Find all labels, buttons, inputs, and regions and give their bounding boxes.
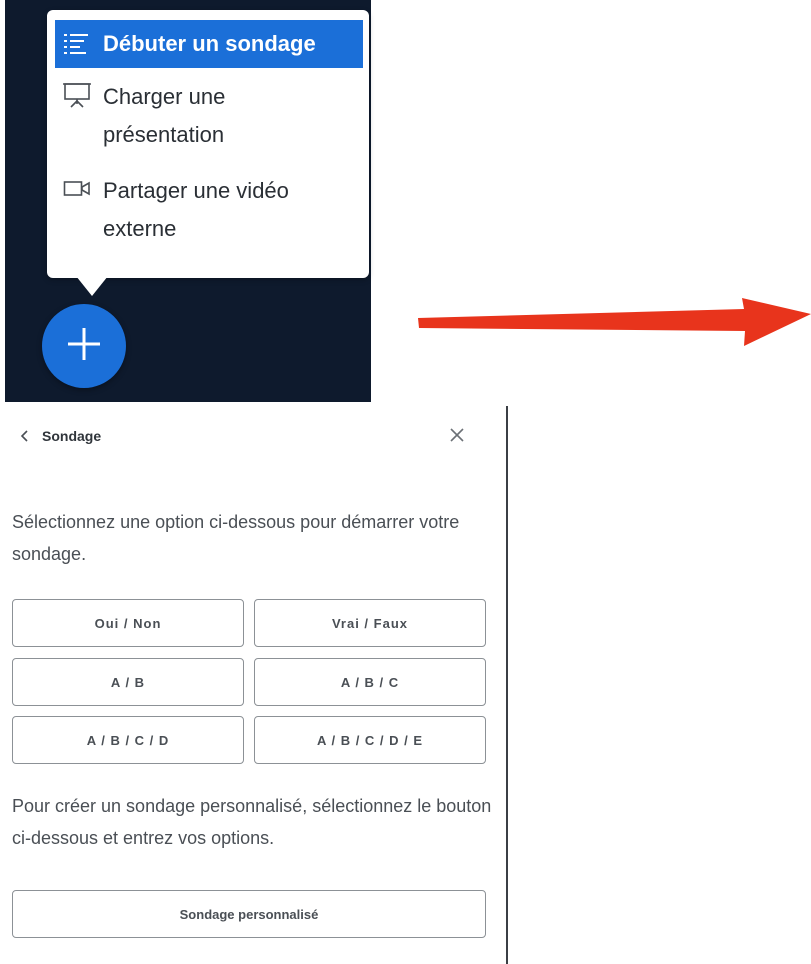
panel-divider xyxy=(506,406,508,964)
panel-title: Sondage xyxy=(42,428,102,444)
red-arrow-icon xyxy=(414,276,811,352)
actions-fab-button[interactable] xyxy=(42,304,126,388)
presentation-icon xyxy=(63,82,91,108)
custom-poll-text: Pour créer un sondage personnalisé, séle… xyxy=(12,796,492,848)
option-abc-button[interactable]: A / B / C xyxy=(254,658,486,706)
menu-item-start-poll[interactable]: Débuter un sondage xyxy=(55,20,363,68)
plus-icon xyxy=(66,326,102,367)
chevron-left-icon xyxy=(18,428,32,444)
actions-menu: Débuter un sondage Charger une présentat… xyxy=(47,10,369,278)
poll-intro-text: Sélectionnez une option ci-dessous pour … xyxy=(12,512,460,564)
back-button[interactable]: Sondage xyxy=(18,428,101,444)
menu-item-label: Charger une présentation xyxy=(103,84,226,147)
option-yes-no-button[interactable]: Oui / Non xyxy=(12,599,244,647)
close-icon xyxy=(446,428,468,450)
video-icon xyxy=(63,176,91,200)
menu-item-label: Débuter un sondage xyxy=(103,31,316,56)
close-button[interactable] xyxy=(446,424,468,446)
option-abcd-button[interactable]: A / B / C / D xyxy=(12,716,244,764)
menu-caret xyxy=(76,276,108,296)
poll-icon xyxy=(63,32,91,56)
option-abcde-button[interactable]: A / B / C / D / E xyxy=(254,716,486,764)
poll-panel: Sondage Sélectionnez une option ci-desso… xyxy=(0,406,508,964)
custom-poll-button[interactable]: Sondage personnalisé xyxy=(12,890,486,938)
menu-item-label: Partager une vidéo externe xyxy=(103,178,289,241)
option-true-false-button[interactable]: Vrai / Faux xyxy=(254,599,486,647)
poll-header: Sondage xyxy=(18,424,478,448)
menu-item-upload-presentation[interactable]: Charger une présentation xyxy=(55,78,363,164)
menu-item-share-video[interactable]: Partager une vidéo externe xyxy=(55,172,363,268)
option-ab-button[interactable]: A / B xyxy=(12,658,244,706)
